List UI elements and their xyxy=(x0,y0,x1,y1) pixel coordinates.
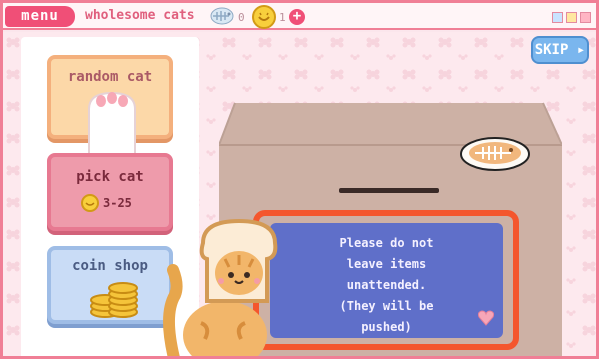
coin-shop-label: coin shop xyxy=(72,258,148,274)
pick-cat-label: pick cat xyxy=(76,169,144,185)
coin-count: 1 xyxy=(279,11,286,24)
game-window: menu wholesome cats 0 1 + random cat pic… xyxy=(0,0,599,359)
title-bar: menu wholesome cats 0 1 + xyxy=(3,3,596,30)
cat-paw-icon xyxy=(88,91,136,163)
coin-icon xyxy=(81,194,99,212)
add-coins-button[interactable]: + xyxy=(289,9,305,25)
fish-bone-icon xyxy=(210,7,234,25)
pick-cat-price: 3-25 xyxy=(103,196,132,210)
notice-sign: Please do not leave items unattended. (T… xyxy=(270,223,503,338)
heart-icon xyxy=(477,310,495,326)
sign-line: (They will be xyxy=(339,299,434,313)
fish-count: 0 xyxy=(238,11,245,24)
coin-icon xyxy=(252,5,276,29)
sign-line: leave items xyxy=(346,257,427,271)
minimize-button[interactable] xyxy=(552,12,563,23)
bread-cat xyxy=(163,218,278,356)
skip-button[interactable]: SKIP ▸ xyxy=(531,36,589,64)
fish-plate-icon[interactable] xyxy=(459,136,531,172)
app-title: wholesome cats xyxy=(85,8,195,23)
sign-line: unattended. xyxy=(346,278,427,292)
sign-line: Please do not xyxy=(339,236,434,250)
sign-line: pushed) xyxy=(361,320,412,334)
maximize-button[interactable] xyxy=(566,12,577,23)
close-button[interactable] xyxy=(580,12,591,23)
menu-button[interactable]: menu xyxy=(5,6,75,27)
coin-stack-icon xyxy=(90,282,138,318)
